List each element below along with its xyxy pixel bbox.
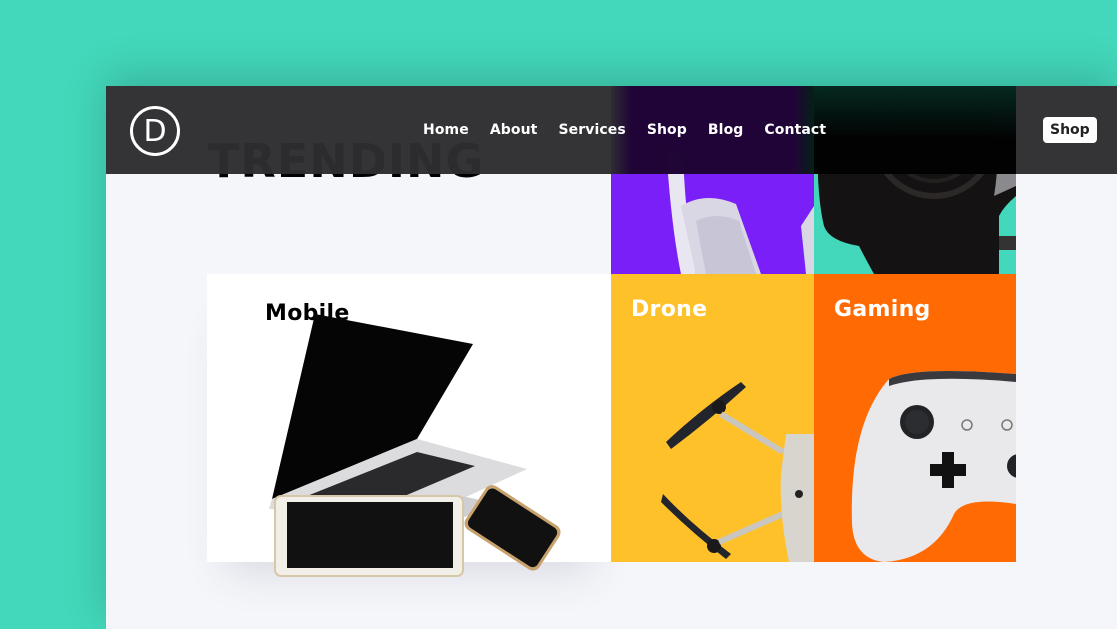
- category-tile-drone[interactable]: Drone: [611, 274, 814, 562]
- nav-link-home[interactable]: Home: [423, 122, 469, 138]
- category-tile-mobile[interactable]: Mobile: [207, 274, 611, 577]
- shop-button[interactable]: Shop: [1043, 117, 1097, 143]
- website-window: TRENDING Mobile: [106, 86, 1117, 629]
- game-controller-image: [851, 370, 1016, 562]
- nav-link-about[interactable]: About: [490, 122, 538, 138]
- navbar: D Home About Services Shop Blog Contact …: [106, 86, 1117, 174]
- nav-link-contact[interactable]: Contact: [764, 122, 826, 138]
- category-tile-gaming[interactable]: Gaming: [814, 274, 1016, 562]
- drone-image: [661, 382, 814, 562]
- main-nav: Home About Services Shop Blog Contact: [423, 86, 847, 174]
- logo-icon[interactable]: D: [130, 106, 180, 156]
- nav-link-blog[interactable]: Blog: [708, 122, 744, 138]
- nav-link-services[interactable]: Services: [558, 122, 625, 138]
- logo-letter: D: [143, 113, 167, 149]
- nav-link-shop[interactable]: Shop: [647, 122, 687, 138]
- laptop-tablet-phone-image: [269, 314, 561, 577]
